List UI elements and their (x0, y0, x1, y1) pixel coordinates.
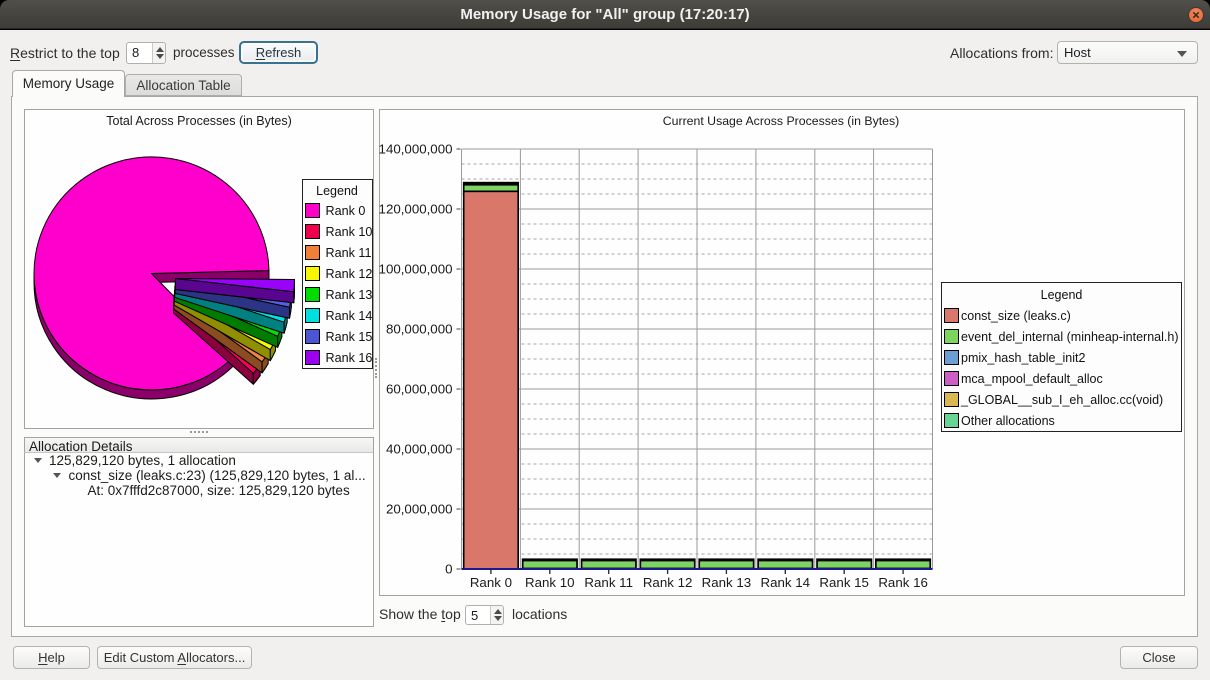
svg-text:Current Usage Across Processes: Current Usage Across Processes (in Bytes… (663, 114, 899, 128)
svg-text:Rank 12: Rank 12 (643, 575, 693, 590)
svg-text:Rank 16: Rank 16 (878, 575, 928, 590)
svg-text:40,000,000: 40,000,000 (386, 442, 453, 457)
svg-text:Rank 10: Rank 10 (525, 575, 575, 590)
svg-text:0: 0 (445, 562, 452, 577)
svg-text:80,000,000: 80,000,000 (386, 322, 453, 337)
svg-text:Rank 11: Rank 11 (584, 575, 633, 590)
svg-text:Rank 14: Rank 14 (761, 575, 811, 590)
svg-text:120,000,000: 120,000,000 (379, 202, 453, 217)
svg-text:Rank 0: Rank 0 (470, 575, 512, 590)
svg-text:20,000,000: 20,000,000 (386, 502, 453, 517)
svg-text:140,000,000: 140,000,000 (379, 142, 453, 157)
svg-text:Rank 15: Rank 15 (819, 575, 869, 590)
svg-text:60,000,000: 60,000,000 (386, 382, 453, 397)
svg-text:100,000,000: 100,000,000 (379, 262, 453, 277)
svg-text:Rank 13: Rank 13 (702, 575, 752, 590)
